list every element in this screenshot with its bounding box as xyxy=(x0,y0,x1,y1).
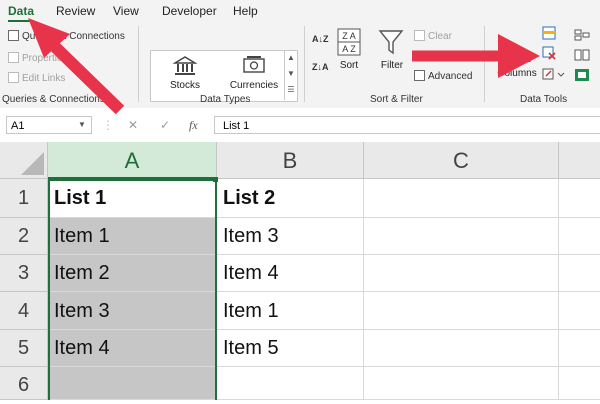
arrow-to-remove-duplicates xyxy=(412,34,540,78)
annotation-layer xyxy=(28,18,540,115)
arrow-to-data-tab xyxy=(28,18,125,115)
